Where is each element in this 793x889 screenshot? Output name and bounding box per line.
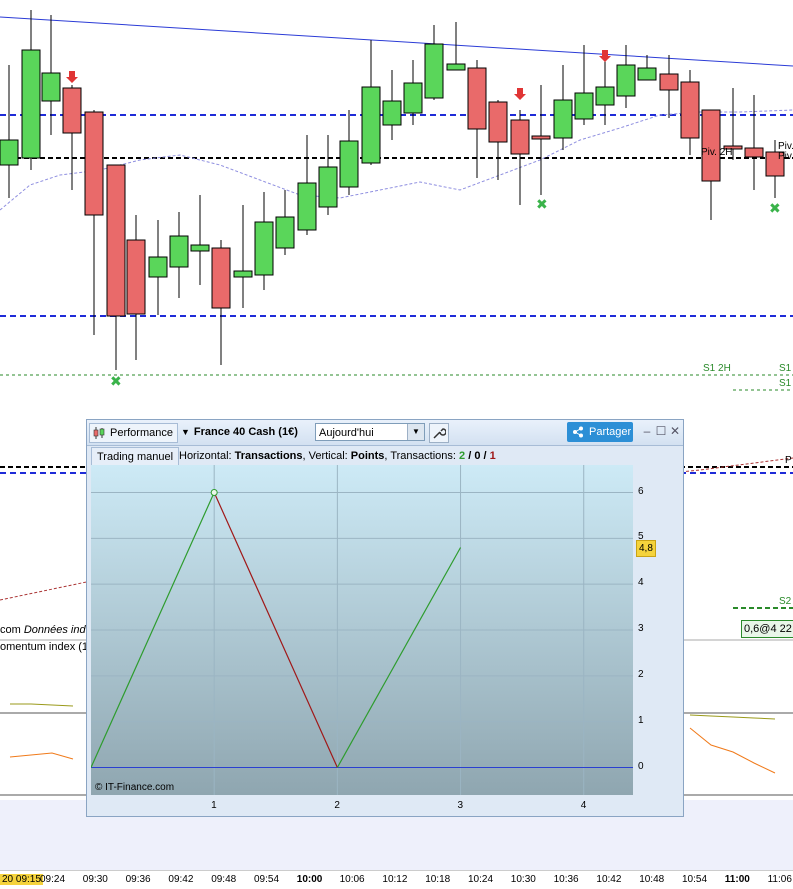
y-tick-label: 6: [638, 485, 644, 497]
p-right-label: P: [785, 455, 792, 466]
loss-count: 1: [489, 450, 496, 462]
performance-title: Performance: [110, 427, 173, 439]
period-select[interactable]: Aujourd'hui ▼: [315, 423, 425, 441]
time-tick-label: 10:54: [682, 874, 708, 885]
share-icon: [573, 426, 583, 438]
s2-right-label: S2: [779, 596, 792, 607]
share-label: Partager: [589, 426, 632, 438]
dropdown-arrow-icon: ▼: [181, 427, 190, 437]
time-tick-label: 11:00: [724, 874, 750, 885]
wrench-icon: [433, 428, 447, 439]
piv-right2-label: Piv.: [778, 151, 793, 162]
y-tick-label: 1: [638, 714, 644, 726]
s1-right-label: S1: [779, 363, 792, 374]
x-tick-label: 3: [457, 800, 464, 811]
performance-titlebar[interactable]: Performance ▼ France 40 Cash (1€) Aujourd…: [87, 420, 683, 446]
s1-2h-label: S1 2H: [703, 363, 731, 374]
s1-right2-label: S1: [779, 378, 792, 389]
piv-2h-label: Piv. 2H: [701, 147, 733, 158]
x-tick-label: 4: [580, 800, 587, 811]
time-tick-label: 09:24: [40, 874, 66, 885]
close-icon[interactable]: ✕: [669, 425, 681, 437]
max-point-marker: [210, 489, 218, 496]
data-note-text: com: [0, 624, 21, 636]
time-tick-label: 09:30: [82, 874, 108, 885]
time-axis-date: 20 09:15: [0, 874, 43, 885]
period-value: Aujourd'hui: [319, 427, 374, 439]
value-badge: 0,6@4 22: [741, 620, 793, 638]
time-tick-label: 10:30: [510, 874, 536, 885]
time-tick-label: 09:48: [211, 874, 237, 885]
performance-window[interactable]: Performance ▼ France 40 Cash (1€) Aujourd…: [86, 419, 684, 817]
svg-text:✖: ✖: [536, 197, 548, 213]
y-tick-label: 2: [638, 668, 644, 680]
time-tick-label: 10:36: [553, 874, 579, 885]
time-tick-label: 09:54: [254, 874, 280, 885]
current-value-badge: 4,8: [636, 539, 656, 557]
x-tick-label: 1: [211, 800, 217, 811]
x-tick-label: 2: [334, 800, 340, 811]
copyright-text: © IT-Finance.com: [95, 782, 175, 793]
time-tick-label: 10:00: [296, 874, 323, 885]
h-value: Transactions: [234, 450, 303, 462]
minimize-icon[interactable]: –: [641, 425, 653, 437]
instrument-selector[interactable]: ▼ France 40 Cash (1€): [177, 423, 298, 441]
momentum-indicator-label[interactable]: omentum index (13: [0, 641, 94, 653]
candlestick-icon: [93, 427, 105, 439]
sep1: /: [465, 450, 475, 462]
settings-button[interactable]: [429, 423, 449, 443]
svg-text:✖: ✖: [769, 201, 781, 217]
h-prefix: Horizontal:: [179, 450, 235, 462]
sep2: /: [480, 450, 490, 462]
v-prefix: , Vertical:: [302, 450, 351, 462]
time-tick-label: 10:18: [425, 874, 451, 885]
time-tick-label: 09:42: [168, 874, 194, 885]
performance-menu-button[interactable]: Performance: [89, 423, 178, 443]
share-button[interactable]: Partager: [567, 422, 633, 442]
y-tick-label: 0: [638, 760, 644, 772]
y-tick-label: 4: [638, 577, 644, 589]
t-prefix: , Transactions:: [384, 450, 460, 462]
data-note: com Données ind: [0, 624, 86, 636]
time-tick-label: 11:06: [767, 874, 792, 885]
y-tick-label: 3: [638, 623, 644, 634]
time-tick-label: 10:42: [596, 874, 622, 885]
manual-trading-button[interactable]: Trading manuel: [91, 447, 180, 467]
time-axis[interactable]: 20 09:15 09:24 09:30 09:36 09:42 09:48 09:54 1…: [0, 870, 793, 889]
v-value: Points: [350, 450, 385, 462]
instrument-name: France 40 Cash (1€): [193, 426, 298, 438]
time-tick-label: 10:48: [639, 874, 665, 885]
time-tick-label: 09:36: [125, 874, 151, 885]
svg-text:✖: ✖: [110, 374, 122, 390]
time-tick-label: 10:24: [468, 874, 494, 885]
time-tick-label: 10:12: [382, 874, 408, 885]
performance-info: Horizontal: Transactions, Vertical: Poin…: [179, 447, 496, 465]
performance-chart[interactable]: [91, 465, 633, 795]
data-note-italic: Données ind: [23, 624, 86, 636]
chevron-down-icon[interactable]: ▼: [407, 424, 424, 440]
time-tick-label: 10:06: [339, 874, 365, 885]
maximize-icon[interactable]: ☐: [655, 425, 667, 437]
